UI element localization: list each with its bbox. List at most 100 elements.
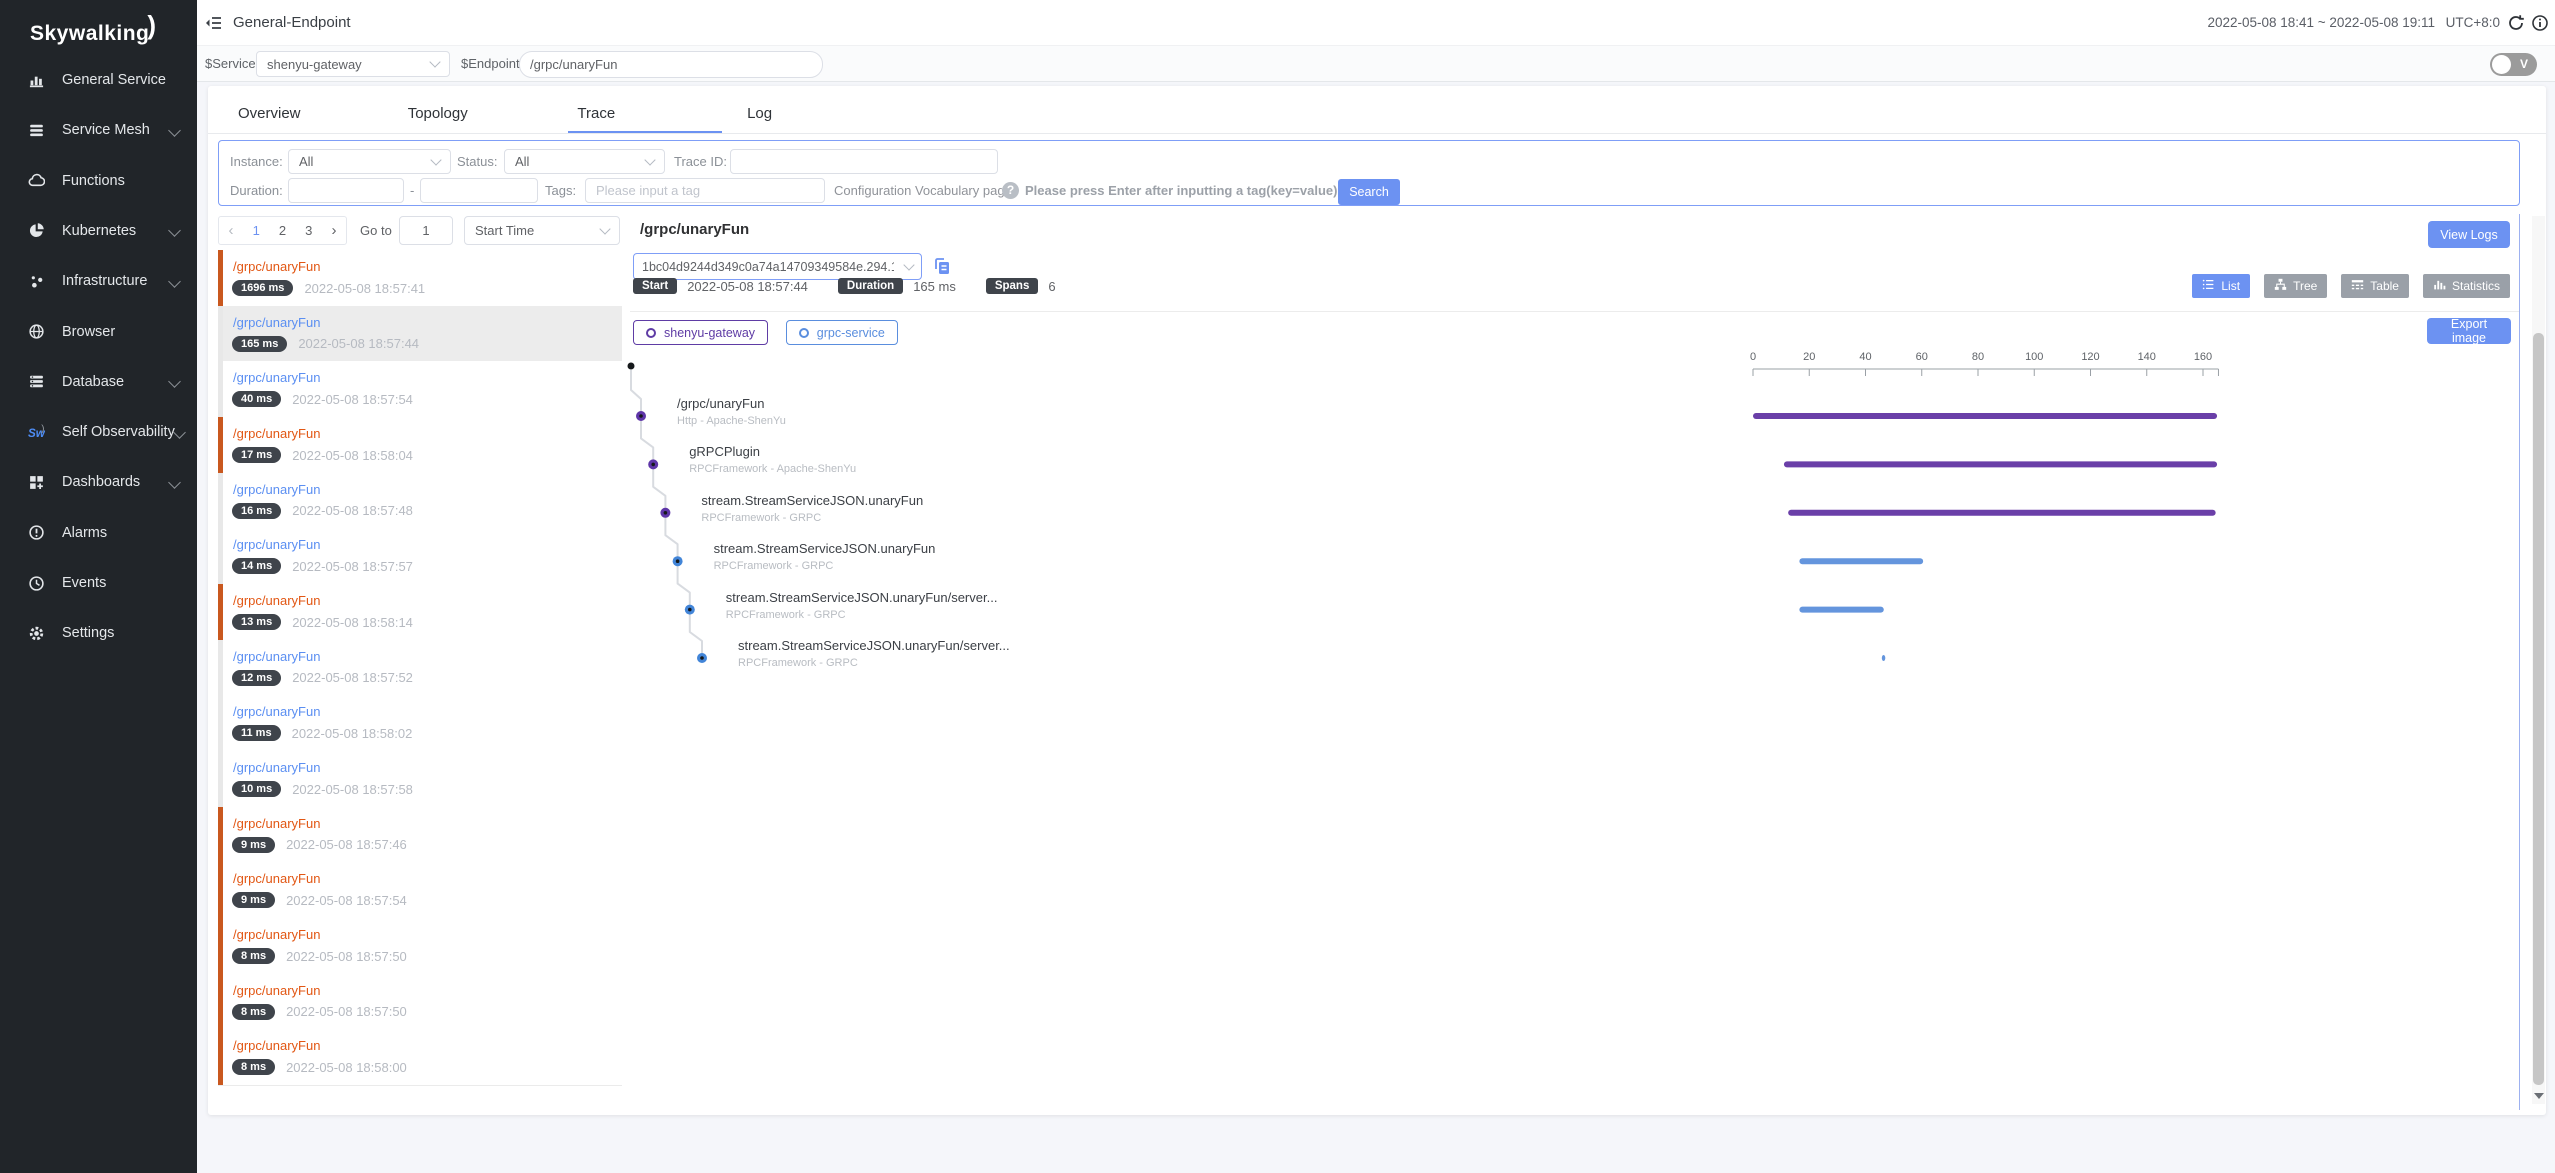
- trace-list-item[interactable]: /grpc/unaryFun9 ms2022-05-08 18:57:54: [218, 862, 622, 919]
- span-name[interactable]: stream.StreamServiceJSON.unaryFun/server…: [726, 590, 998, 605]
- trace-list-item[interactable]: /grpc/unaryFun14 ms2022-05-08 18:57:57: [218, 528, 622, 585]
- trace-list-item[interactable]: /grpc/unaryFun10 ms2022-05-08 18:57:58: [218, 751, 622, 808]
- sidebar-item-events[interactable]: Events: [0, 561, 197, 605]
- span-layer: RPCFramework - GRPC: [726, 609, 846, 621]
- bar-chart-icon: [28, 72, 45, 89]
- sidebar-item-functions[interactable]: Functions: [0, 159, 197, 203]
- info-icon[interactable]: [2531, 14, 2549, 32]
- trace-id-input[interactable]: [730, 149, 998, 174]
- trace-list-item[interactable]: /grpc/unaryFun17 ms2022-05-08 18:58:04: [218, 417, 622, 474]
- next-page-icon[interactable]: ›: [328, 222, 339, 239]
- help-icon[interactable]: ?: [1002, 182, 1019, 199]
- goto-page-input[interactable]: [399, 216, 453, 245]
- version-toggle[interactable]: V: [2490, 53, 2537, 76]
- tab-trace[interactable]: Trace: [577, 95, 731, 133]
- app-logo[interactable]: Skywalking): [30, 16, 159, 47]
- sidebar-item-service-mesh[interactable]: Service Mesh: [0, 108, 197, 152]
- trace-list-item[interactable]: /grpc/unaryFun13 ms2022-05-08 18:58:14: [218, 584, 622, 641]
- chevron-down-icon: [168, 124, 181, 137]
- trace-endpoint: /grpc/unaryFun: [233, 983, 320, 998]
- duration-badge: 12 ms: [232, 670, 281, 686]
- span-duration-bar[interactable]: [1799, 558, 1923, 564]
- trace-list-item[interactable]: /grpc/unaryFun11 ms2022-05-08 18:58:02: [218, 695, 622, 752]
- chevron-down-icon: [599, 223, 610, 234]
- status-select[interactable]: All: [504, 149, 665, 174]
- trace-list-item[interactable]: /grpc/unaryFun16 ms2022-05-08 18:57:48: [218, 473, 622, 530]
- sidebar-item-browser[interactable]: Browser: [0, 310, 197, 354]
- trace-start-time: 2022-05-08 18:57:50: [286, 1004, 407, 1019]
- view-list-button[interactable]: List: [2192, 274, 2250, 298]
- span-duration-bar[interactable]: [1788, 510, 2216, 516]
- service-color-icon: [646, 328, 656, 338]
- scrollbar-thumb[interactable]: [2533, 333, 2544, 1085]
- sidebar-item-infrastructure[interactable]: Infrastructure: [0, 259, 197, 303]
- endpoint-input[interactable]: [519, 51, 823, 78]
- copy-icon[interactable]: [932, 256, 953, 277]
- sidebar-item-general-service[interactable]: General Service: [0, 58, 197, 102]
- status-accent-bar: [218, 1029, 223, 1085]
- duration-badge: 10 ms: [232, 781, 281, 797]
- span-duration-bar[interactable]: [1799, 607, 1883, 613]
- sidebar-item-dashboards[interactable]: Dashboards: [0, 460, 197, 504]
- vocabulary-link[interactable]: Configuration Vocabulary page: [834, 178, 1012, 203]
- trace-list-item[interactable]: /grpc/unaryFun9 ms2022-05-08 18:57:46: [218, 807, 622, 864]
- trace-start-time: 2022-05-08 18:57:48: [292, 503, 413, 518]
- span-duration-bar[interactable]: [1784, 461, 2217, 467]
- trace-endpoint: /grpc/unaryFun: [233, 704, 320, 719]
- span-name[interactable]: gRPCPlugin: [689, 444, 760, 459]
- trace-list-item[interactable]: /grpc/unaryFun12 ms2022-05-08 18:57:52: [218, 640, 622, 697]
- trace-start-time: 2022-05-08 18:57:50: [286, 949, 407, 964]
- page-button-2[interactable]: 2: [276, 223, 289, 238]
- sidebar-collapse-icon[interactable]: [205, 14, 223, 32]
- tags-hint: Please press Enter after inputting a tag…: [1025, 178, 1341, 203]
- trace-list-item[interactable]: /grpc/unaryFun165 ms2022-05-08 18:57:44: [218, 306, 622, 363]
- page-button-3[interactable]: 3: [302, 223, 315, 238]
- service-select[interactable]: shenyu-gateway: [256, 51, 450, 77]
- database-icon: [28, 373, 45, 390]
- trace-list-item[interactable]: /grpc/unaryFun8 ms2022-05-08 18:58:00: [218, 1029, 622, 1086]
- status-accent-bar: [218, 640, 223, 696]
- trace-list-item[interactable]: /grpc/unaryFun8 ms2022-05-08 18:57:50: [218, 918, 622, 975]
- scrollbar-down-icon[interactable]: [2534, 1093, 2544, 1099]
- refresh-icon[interactable]: [2507, 14, 2525, 32]
- duration-min-input[interactable]: [288, 178, 404, 203]
- span-name[interactable]: stream.StreamServiceJSON.unaryFun/server…: [738, 638, 1010, 653]
- timezone[interactable]: UTC+8:0: [2446, 0, 2500, 46]
- span-layer: RPCFramework - GRPC: [701, 512, 821, 524]
- trace-list-item[interactable]: /grpc/unaryFun1696 ms2022-05-08 18:57:41: [218, 250, 622, 307]
- search-button[interactable]: Search: [1338, 179, 1400, 205]
- view-tree-button[interactable]: Tree: [2264, 274, 2327, 298]
- sidebar-item-self-observability[interactable]: Sw)Self Observability: [0, 410, 197, 454]
- view-statistics-button[interactable]: Statistics: [2423, 274, 2510, 298]
- trace-list-item[interactable]: /grpc/unaryFun40 ms2022-05-08 18:57:54: [218, 361, 622, 418]
- instance-select[interactable]: All: [288, 149, 451, 174]
- span-name[interactable]: /grpc/unaryFun: [677, 396, 764, 411]
- axis-tick-label: 40: [1859, 351, 1871, 363]
- top-bar: General-Endpoint 2022-05-08 18:41 ~ 2022…: [197, 0, 2555, 46]
- sidebar-item-database[interactable]: Database: [0, 360, 197, 404]
- span-name[interactable]: stream.StreamServiceJSON.unaryFun: [714, 541, 936, 556]
- status-accent-bar: [218, 695, 223, 751]
- logo-crescent-icon: ): [147, 10, 156, 40]
- view-table-button[interactable]: Table: [2341, 274, 2409, 298]
- page-button-1[interactable]: 1: [250, 223, 263, 238]
- span-name[interactable]: stream.StreamServiceJSON.unaryFun: [701, 493, 923, 508]
- sort-select[interactable]: Start Time: [464, 216, 620, 245]
- tags-input[interactable]: [585, 178, 825, 203]
- span-duration-bar[interactable]: [1753, 413, 2217, 419]
- trace-start-time: 2022-05-08 18:57:46: [286, 837, 407, 852]
- sidebar-item-kubernetes[interactable]: Kubernetes: [0, 209, 197, 253]
- duration-badge: 9 ms: [232, 892, 275, 908]
- sidebar-item-settings[interactable]: Settings: [0, 611, 197, 655]
- sidebar-item-alarms[interactable]: Alarms: [0, 511, 197, 555]
- page-title: General-Endpoint: [233, 0, 351, 46]
- span-duration-bar[interactable]: [1882, 655, 1886, 661]
- view-logs-button[interactable]: View Logs: [2428, 221, 2510, 248]
- tab-log[interactable]: Log: [747, 95, 901, 133]
- duration-max-input[interactable]: [420, 178, 538, 203]
- tab-overview[interactable]: Overview: [238, 95, 392, 133]
- trace-list-item[interactable]: /grpc/unaryFun8 ms2022-05-08 18:57:50: [218, 974, 622, 1031]
- time-range[interactable]: 2022-05-08 18:41 ~ 2022-05-08 19:11: [2207, 0, 2435, 46]
- prev-page-icon[interactable]: ‹: [226, 222, 237, 239]
- tab-topology[interactable]: Topology: [408, 95, 562, 133]
